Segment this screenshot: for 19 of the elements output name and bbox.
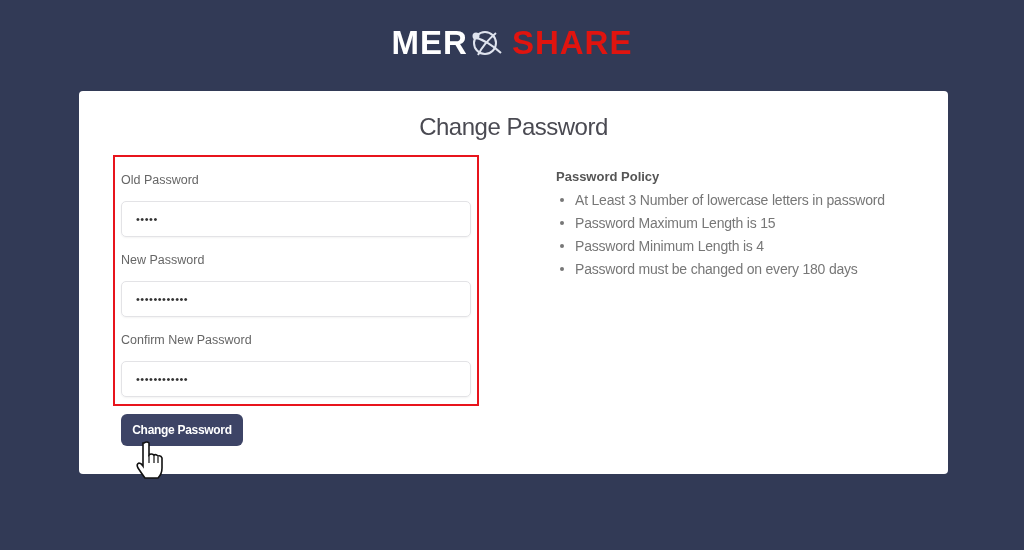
field-label: New Password	[121, 253, 206, 267]
change-password-button[interactable]: Change Password	[121, 414, 243, 446]
field-label: Old Password	[121, 173, 200, 187]
policy-item: Password Minimum Length is 4	[575, 237, 764, 254]
policy-item: At Least 3 Number of lowercase letters in password	[575, 191, 885, 208]
policy-heading: Password Policy	[556, 169, 661, 184]
password-field[interactable]: •••••	[121, 201, 471, 237]
bullet-icon	[560, 266, 564, 271]
page-title: Change Password	[418, 113, 609, 141]
logo-text: MER	[391, 24, 468, 62]
logo-text: SHARE	[511, 24, 633, 62]
password-field[interactable]: ••••••••••••	[121, 361, 471, 397]
password-field[interactable]: ••••••••••••	[121, 281, 471, 317]
policy-item: Password must be changed on every 180 days	[575, 260, 858, 277]
bullet-icon	[560, 243, 564, 248]
policy-item: Password Maximum Length is 15	[575, 214, 776, 231]
field-label: Confirm New Password	[121, 333, 253, 347]
bullet-icon	[560, 197, 564, 202]
bullet-icon	[560, 220, 564, 225]
